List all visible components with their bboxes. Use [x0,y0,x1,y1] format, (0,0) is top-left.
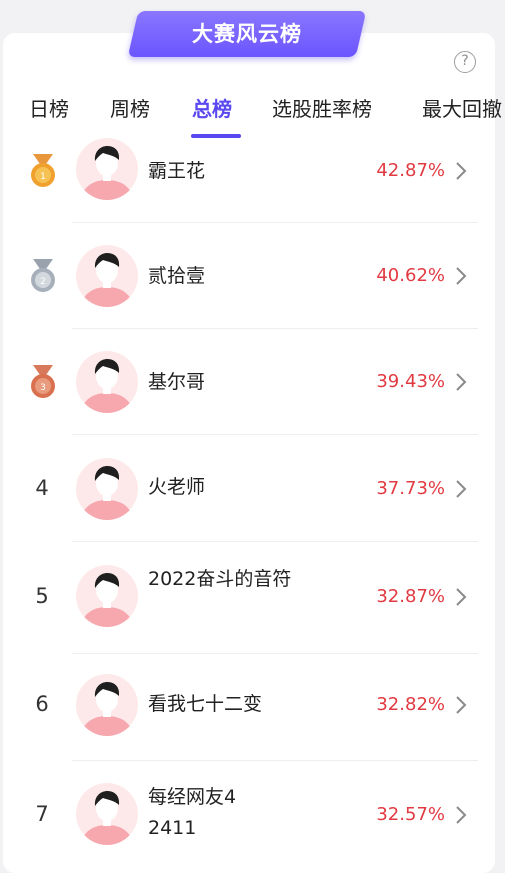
tab-max-drawdown[interactable]: 最大回撤 [422,92,502,126]
tab-overall[interactable]: 总榜 [192,92,232,126]
medal-number: 1 [40,172,46,182]
silver-medal-icon: 2 [31,259,55,292]
user-name: 基尔哥 [148,371,206,393]
help-icon[interactable]: ? [454,51,476,73]
user-name: 贰拾壹 [148,265,206,287]
avatar [76,783,138,845]
divider [72,434,478,435]
rank-number: 5 [35,584,49,608]
tab-daily[interactable]: 日榜 [29,92,69,126]
chevron-right-icon [456,162,467,180]
ranking-row[interactable]: 4 火老师 37.73% [20,456,478,540]
divider [72,328,478,329]
ranking-row[interactable]: 6 看我七十二变 32.82% [20,674,478,758]
tab-win-rate[interactable]: 选股胜率榜 [272,92,372,126]
user-name: 霸王花 [148,160,206,182]
gold-medal-icon: 1 [31,154,55,187]
medal-number: 2 [40,277,46,287]
win-rate: 40.62% [376,265,445,286]
avatar [76,351,138,413]
chevron-right-icon [456,373,467,391]
avatar [76,458,138,520]
divider [72,222,478,223]
rank-number: 7 [35,802,49,826]
chevron-right-icon [456,267,467,285]
ranking-row[interactable]: 2 贰拾壹 40.62% [20,243,478,327]
chevron-right-icon [456,806,467,824]
chevron-right-icon [456,696,467,714]
ranking-row[interactable]: 3 基尔哥 39.43% [20,349,478,433]
banner-title: 大赛风云榜 [192,22,302,46]
rank-number: 6 [35,692,49,716]
chevron-right-icon [456,588,467,606]
avatar [76,245,138,307]
win-rate: 32.82% [376,694,445,715]
avatar [76,138,138,200]
avatar [76,565,138,627]
tab-weekly[interactable]: 周榜 [110,92,150,126]
medal-number: 3 [40,383,46,393]
ranking-row[interactable]: 7 每经网友42411 32.57% [20,781,478,858]
ranking-row[interactable]: 5 2022奋斗的音符 32.87% [20,562,478,652]
win-rate: 42.87% [376,160,445,181]
win-rate: 39.43% [376,371,445,392]
chevron-right-icon [456,480,467,498]
avatar [76,674,138,736]
rank-number: 4 [35,476,49,500]
divider [72,653,478,654]
win-rate: 32.87% [376,586,445,607]
user-name: 2022奋斗的音符 [148,568,292,590]
user-name: 每经网友42411 [148,786,237,839]
user-name: 看我七十二变 [148,693,263,715]
user-name: 火老师 [148,476,206,498]
divider [72,541,478,542]
win-rate: 37.73% [376,478,445,499]
win-rate: 32.57% [376,804,445,825]
ranking-tabs: 日榜 周榜 总榜 选股胜率榜 最大回撤 [0,92,505,132]
bronze-medal-icon: 3 [31,365,55,398]
ranking-row[interactable]: 1 霸王花 42.87% [20,138,478,222]
divider [72,760,478,761]
